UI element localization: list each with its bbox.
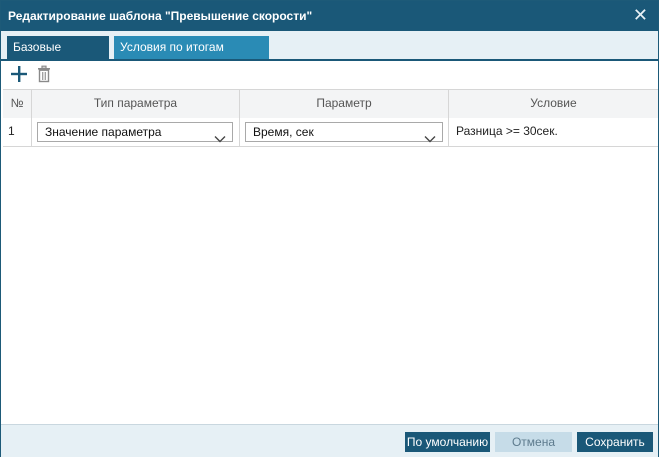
save-button[interactable]: Сохранить bbox=[577, 432, 653, 452]
tab-base-conditions[interactable]: Базовые условия bbox=[7, 36, 109, 76]
param-type-cell: Значение параметра bbox=[32, 118, 240, 146]
dialog-footer: По умолчанию Отмена Сохранить bbox=[1, 424, 658, 457]
close-icon[interactable]: ✕ bbox=[633, 6, 648, 24]
param-type-value: Значение параметра bbox=[45, 125, 162, 139]
column-header-number: № bbox=[3, 90, 32, 118]
plus-icon[interactable] bbox=[9, 64, 29, 84]
column-header-param: Параметр bbox=[240, 90, 449, 118]
column-header-condition: Условие bbox=[530, 96, 577, 110]
table-header: № Тип параметра Параметр Условие bbox=[3, 89, 658, 119]
param-type-select[interactable]: Значение параметра bbox=[37, 122, 233, 143]
trash-icon[interactable] bbox=[34, 64, 54, 84]
param-select[interactable]: Время, сек bbox=[245, 122, 443, 143]
toolbar bbox=[1, 61, 658, 87]
chevron-down-icon bbox=[424, 127, 436, 143]
condition-cell[interactable]: Разница >= 30сек. bbox=[449, 118, 658, 146]
dialog-titlebar: Редактирование шаблона "Превышение скоро… bbox=[1, 1, 658, 31]
param-value: Время, сек bbox=[253, 125, 314, 139]
tabs-bar: Базовые условия Условия по итогам событи… bbox=[1, 31, 658, 76]
column-header-param-type: Тип параметра bbox=[32, 90, 240, 118]
table-row: 1 Значение параметра Время, сек Разница … bbox=[3, 118, 658, 147]
param-cell: Время, сек bbox=[240, 118, 449, 146]
tab-event-result-conditions[interactable]: Условия по итогам события bbox=[114, 36, 269, 76]
dialog-title: Редактирование шаблона "Превышение скоро… bbox=[8, 9, 313, 23]
cancel-button[interactable]: Отмена bbox=[495, 432, 572, 452]
template-edit-dialog: Редактирование шаблона "Превышение скоро… bbox=[0, 0, 659, 457]
row-number: 1 bbox=[3, 118, 32, 146]
default-button[interactable]: По умолчанию bbox=[405, 432, 490, 452]
chevron-down-icon bbox=[214, 127, 226, 143]
